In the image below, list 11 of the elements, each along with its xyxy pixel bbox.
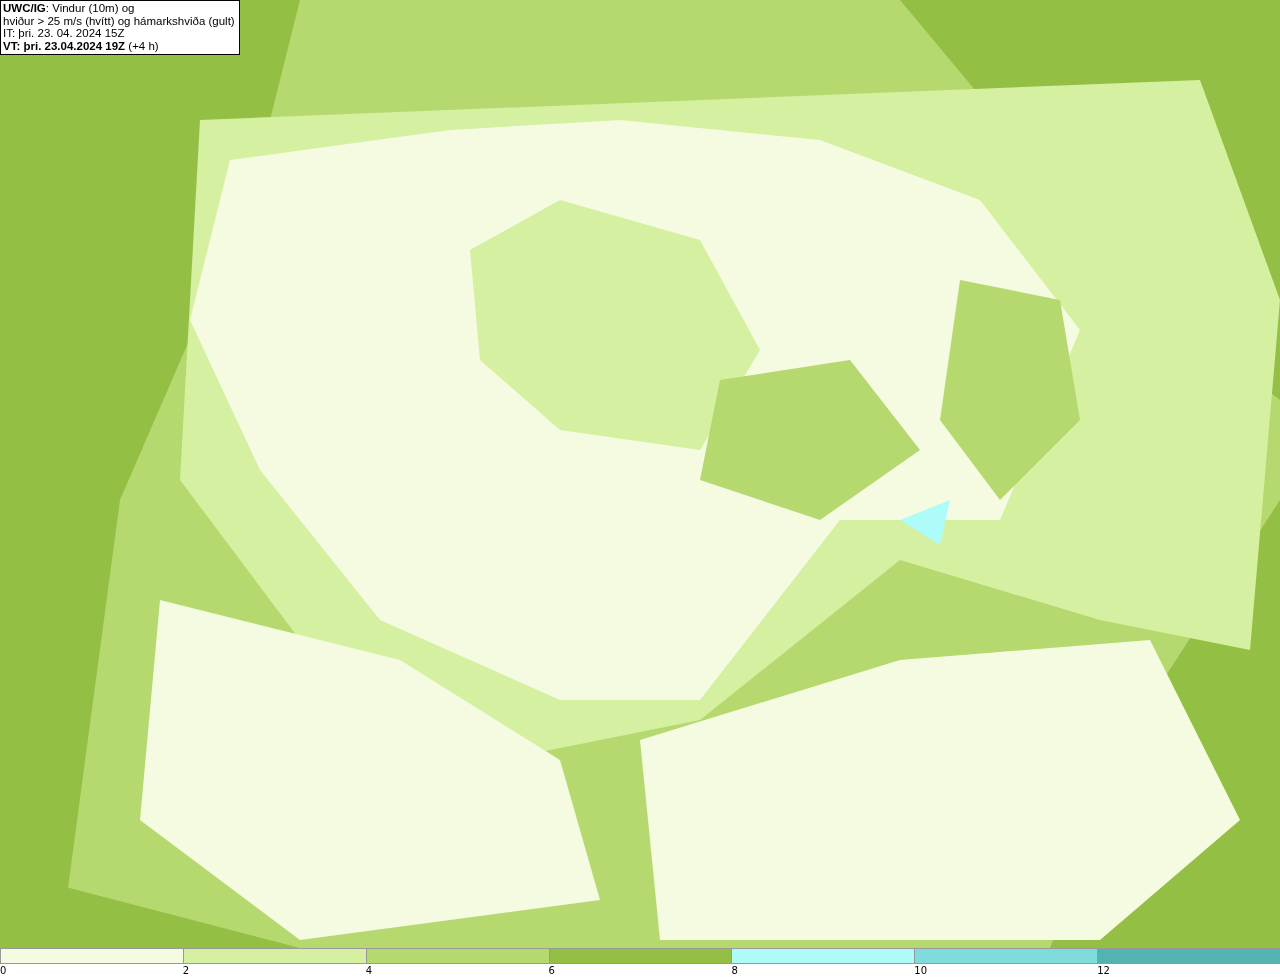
legend-tick-label: 2 — [182, 964, 190, 978]
legend-tick-label: 6 — [548, 964, 555, 978]
title-line: IT: þri. 23. 04. 2024 15Z — [3, 27, 126, 40]
title-line: VT: þri. 23.04.2024 19Z (+4 h) — [3, 39, 160, 52]
legend-tick-label: 4 — [365, 964, 373, 978]
legend-tick-label: 8 — [731, 964, 738, 978]
legend-tick-label: 0 — [0, 964, 7, 978]
legend-tick-label: 10 — [914, 964, 927, 978]
title-line: hviður > 25 m/s (hvítt) og hámarkshviða (gult) — [3, 14, 235, 27]
legend-tick-label: 12 — [1097, 964, 1110, 978]
title-line: UWC/IG: Vindur (10m) og — [3, 2, 136, 15]
